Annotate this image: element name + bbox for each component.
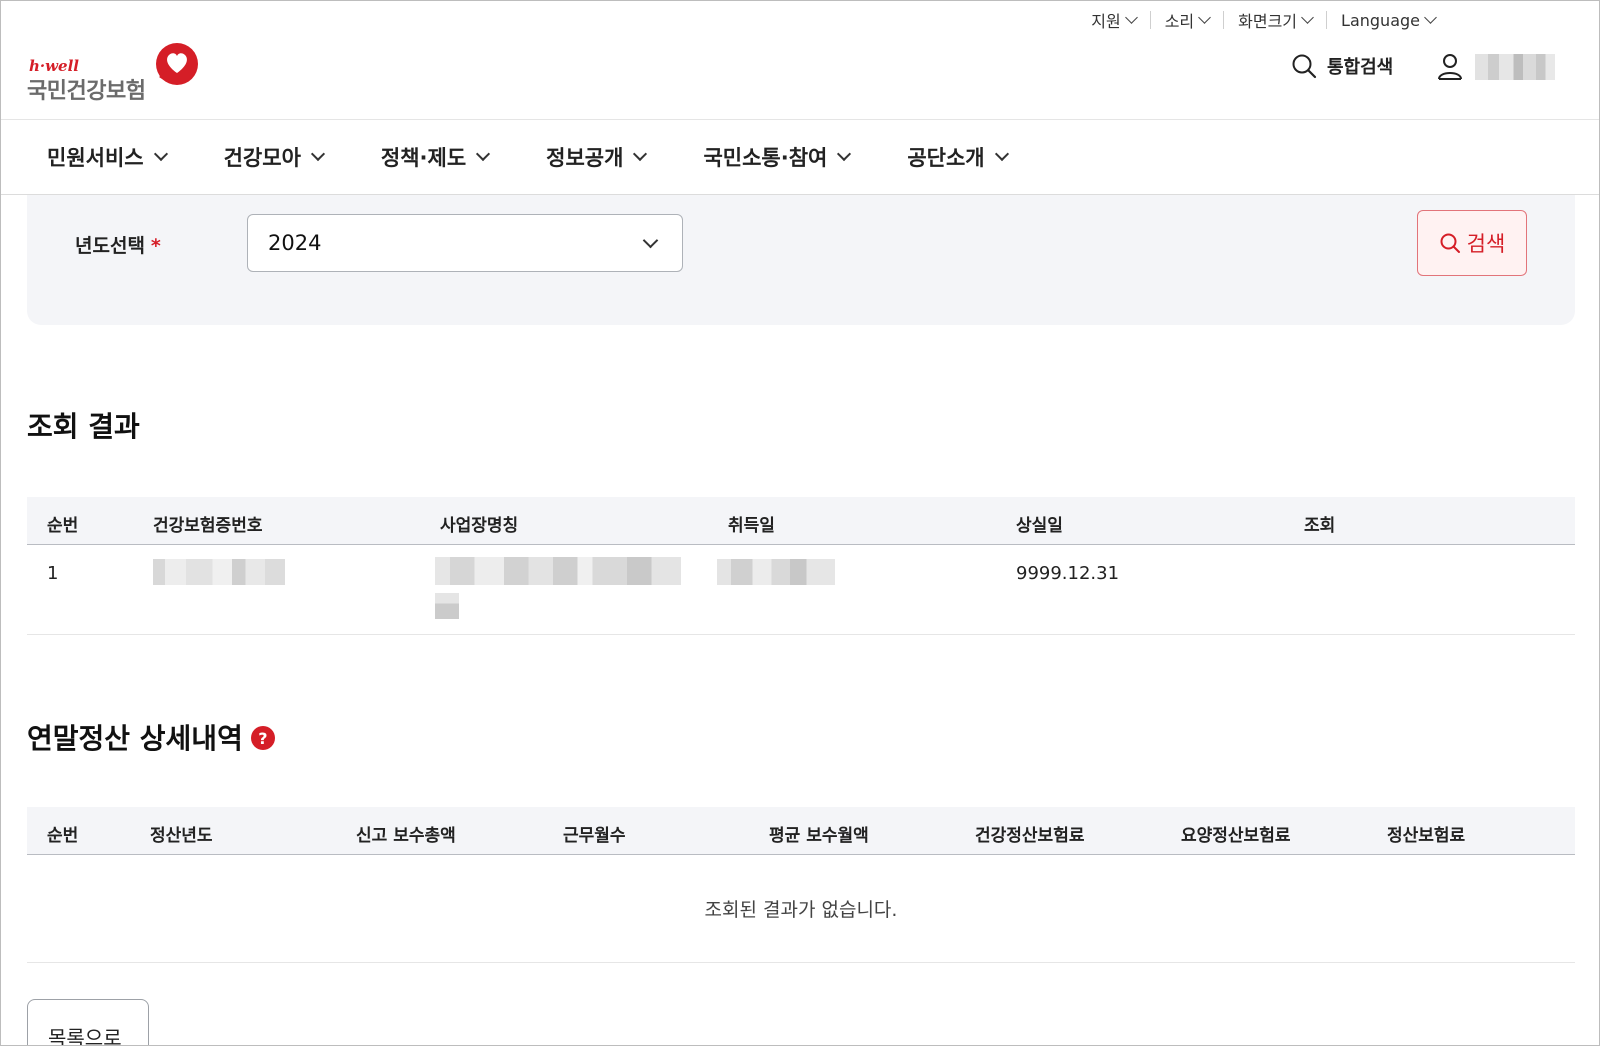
utility-screen-size-label: 화면크기 — [1238, 12, 1298, 31]
detail-section-title: 연말정산 상세내역? — [27, 717, 275, 757]
chevron-down-icon — [633, 146, 648, 162]
table-row[interactable]: 1 9999.12.31 — [27, 545, 1575, 635]
column-header: 건강정산보험료 — [975, 826, 1085, 846]
row-number: 1 — [47, 563, 59, 584]
help-icon[interactable]: ? — [250, 726, 275, 750]
insurance-number-redacted — [153, 559, 285, 585]
gnb-item-label: 정보공개 — [546, 146, 624, 170]
gnb-item-label: 건강모아 — [223, 146, 301, 170]
main-navigation: 민원서비스 건강모아 정책·제도 정보공개 국민소통·참여 공단소개 — [47, 137, 1065, 177]
column-header: 조회 — [1304, 516, 1336, 536]
heart-logo-icon — [156, 43, 198, 85]
year-select[interactable]: 2024 — [247, 214, 683, 272]
search-icon — [1440, 233, 1460, 253]
column-header: 요양정산보험료 — [1181, 826, 1291, 846]
chevron-down-icon — [1198, 11, 1212, 24]
utility-support-label: 지원 — [1091, 12, 1121, 31]
detail-table: 순번 정산년도 신고 보수총액 근무월수 평균 보수월액 건강정산보험료 요양정… — [27, 807, 1575, 963]
chevron-down-icon — [1124, 11, 1138, 24]
workplace-name-redacted-line2 — [435, 593, 459, 619]
utility-support-menu[interactable]: 지원 — [1077, 8, 1149, 32]
column-header: 정산보험료 — [1387, 826, 1466, 846]
loss-date: 9999.12.31 — [1016, 563, 1120, 584]
logo-org-name: 국민건강보험 — [27, 79, 146, 104]
result-table: 순번 건강보험증번호 사업장명칭 취득일 상실일 조회 1 9999.12.31 — [27, 497, 1575, 635]
empty-row: 조회된 결과가 없습니다. — [27, 855, 1575, 963]
acquisition-date-redacted — [717, 559, 835, 585]
chevron-down-icon — [1301, 11, 1314, 24]
chevron-down-icon — [310, 146, 325, 162]
search-icon — [1292, 54, 1317, 79]
gnb-item-civil-service[interactable]: 민원서비스 — [47, 142, 168, 172]
utility-language-menu[interactable]: Language — [1327, 11, 1449, 30]
user-name-redacted — [1475, 54, 1555, 80]
user-icon — [1438, 54, 1462, 80]
detail-table-header: 순번 정산년도 신고 보수총액 근무월수 평균 보수월액 건강정산보험료 요양정… — [27, 807, 1575, 855]
result-section-title: 조회 결과 — [27, 410, 140, 443]
year-select-label: 년도선택 * — [75, 231, 161, 258]
gnb-item-label: 민원서비스 — [47, 146, 144, 170]
chevron-down-icon — [153, 146, 168, 162]
column-header: 건강보험증번호 — [153, 516, 263, 536]
user-menu[interactable] — [1437, 53, 1555, 81]
detail-title-text: 연말정산 상세내역 — [27, 722, 243, 755]
search-button[interactable]: 검색 — [1417, 210, 1527, 276]
column-header: 사업장명칭 — [440, 516, 519, 536]
chevron-down-icon — [837, 146, 852, 162]
gnb-item-communication[interactable]: 국민소통·참여 — [703, 142, 852, 172]
workplace-name-redacted — [435, 557, 681, 585]
gnb-item-health[interactable]: 건강모아 — [223, 142, 325, 172]
column-header: 순번 — [47, 516, 79, 536]
gnb-item-label: 공단소개 — [907, 146, 985, 170]
utility-bar: 지원 소리 화면크기 Language — [1077, 7, 1449, 33]
required-mark: * — [150, 235, 161, 257]
column-header: 취득일 — [728, 516, 775, 536]
column-header: 순번 — [47, 826, 79, 846]
chevron-down-icon — [1424, 11, 1437, 24]
page-frame: 지원 소리 화면크기 Language h·well 국민건강보험 통합검색 민… — [0, 0, 1600, 1046]
gnb-item-about[interactable]: 공단소개 — [907, 142, 1009, 172]
gnb-item-label: 정책·제도 — [380, 146, 467, 170]
result-table-header: 순번 건강보험증번호 사업장명칭 취득일 상실일 조회 — [27, 497, 1575, 545]
nhis-logo[interactable]: h·well 국민건강보험 — [27, 41, 207, 104]
column-header: 근무월수 — [563, 826, 626, 846]
chevron-down-icon — [994, 146, 1009, 162]
year-select-value: 2024 — [268, 231, 322, 255]
chevron-down-icon — [476, 146, 491, 162]
header-divider — [1, 119, 1599, 120]
gnb-item-policy[interactable]: 정책·제도 — [380, 142, 491, 172]
utility-language-label: Language — [1341, 10, 1420, 30]
gnb-item-disclosure[interactable]: 정보공개 — [546, 142, 648, 172]
utility-sound-label: 소리 — [1164, 12, 1195, 31]
column-header: 정산년도 — [150, 826, 213, 846]
column-header: 상실일 — [1016, 516, 1063, 536]
utility-screen-size-menu[interactable]: 화면크기 — [1224, 8, 1326, 32]
back-to-list-button[interactable]: 목록으로 — [27, 999, 149, 1045]
search-button-label: 검색 — [1466, 232, 1506, 256]
column-header: 평균 보수월액 — [769, 826, 869, 846]
column-header: 신고 보수총액 — [356, 826, 456, 846]
chevron-down-icon — [642, 232, 659, 249]
gnb-item-label: 국민소통·참여 — [703, 146, 828, 170]
year-label-text: 년도선택 — [75, 235, 145, 257]
header-search-button[interactable]: 통합검색 — [1291, 53, 1393, 79]
empty-message: 조회된 결과가 없습니다. — [704, 899, 898, 921]
header-search-label: 통합검색 — [1327, 57, 1394, 78]
utility-sound-menu[interactable]: 소리 — [1151, 8, 1223, 32]
